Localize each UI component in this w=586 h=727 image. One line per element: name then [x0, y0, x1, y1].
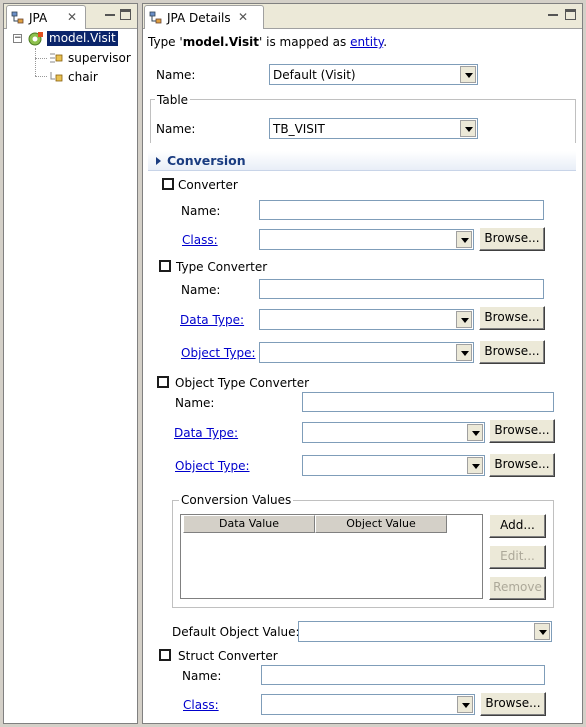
tab-jpa-label: JPA [29, 11, 48, 25]
object-type-converter-checkbox[interactable] [157, 376, 169, 388]
type-converter-object-type-combo[interactable] [259, 342, 474, 363]
object-type-converter-name-label: Name: [175, 396, 215, 410]
struct-converter-class-combo[interactable] [261, 694, 475, 715]
conversion-values-table[interactable]: Data Value Object Value [180, 514, 483, 599]
type-converter-name-field[interactable] [259, 279, 544, 299]
tree-connector [35, 48, 36, 76]
tree-connector [35, 58, 47, 59]
object-type-converter-name-field[interactable] [302, 392, 554, 412]
tab-jpa-details-label: JPA Details [167, 11, 231, 25]
jpa-details-tabbar: JPA Details ✕ [143, 4, 582, 29]
conversion-section[interactable]: Conversion [148, 151, 576, 171]
tree-connector [35, 76, 47, 77]
struct-converter-browse-button[interactable]: Browse... [480, 692, 546, 716]
maximize-icon[interactable] [565, 9, 576, 20]
entity-icon [28, 32, 43, 46]
remove-button[interactable]: Remove [489, 576, 546, 600]
edit-button[interactable]: Edit... [489, 545, 546, 569]
chevron-down-icon[interactable] [460, 66, 476, 83]
minimize-icon[interactable] [547, 9, 559, 21]
struct-converter-name-field[interactable] [261, 665, 545, 685]
minimize-icon[interactable] [104, 9, 116, 21]
object-type-converter-data-type-browse-button[interactable]: Browse... [489, 419, 555, 443]
type-converter-data-type-browse-button[interactable]: Browse... [479, 306, 545, 330]
table-name-value: TB_VISIT [273, 122, 325, 136]
converter-class-link[interactable]: Class: [182, 233, 218, 247]
add-button[interactable]: Add... [489, 514, 546, 538]
close-icon[interactable]: ✕ [238, 10, 248, 24]
header-middle: ' is mapped as [259, 35, 351, 49]
default-object-value-label: Default Object Value: [172, 625, 300, 639]
converter-browse-button[interactable]: Browse... [479, 227, 545, 251]
tab-jpa-details[interactable]: JPA Details ✕ [144, 5, 264, 29]
jpa-structure-tabbar: JPA ✕ [4, 4, 137, 29]
jpa-structure-icon [11, 11, 24, 24]
type-converter-data-type-combo[interactable] [259, 309, 474, 330]
type-converter-object-type-link[interactable]: Object Type: [181, 346, 256, 360]
object-type-converter-data-type-combo[interactable] [302, 422, 485, 443]
chevron-down-icon[interactable] [534, 623, 550, 640]
tree-item-label: chair [68, 70, 98, 84]
mapping-type-link[interactable]: entity [350, 35, 383, 49]
converter-class-combo[interactable] [259, 229, 474, 250]
struct-converter-checkbox[interactable] [159, 649, 171, 661]
chevron-down-icon[interactable] [456, 311, 472, 328]
jpa-details-icon [149, 11, 162, 24]
converter-name-field[interactable] [259, 200, 544, 220]
type-converter-object-type-browse-button[interactable]: Browse... [479, 340, 545, 364]
entity-name-label: Name: [156, 68, 196, 82]
conversion-section-title: Conversion [167, 153, 246, 168]
table-name-label: Name: [156, 122, 196, 136]
object-type-converter-object-type-link[interactable]: Object Type: [175, 459, 250, 473]
entity-name: model.Visit [182, 35, 260, 49]
converter-label: Converter [178, 178, 238, 192]
entity-name-combo[interactable]: Default (Visit) [269, 64, 478, 85]
object-type-converter-label: Object Type Converter [175, 376, 310, 390]
converter-checkbox[interactable] [162, 178, 174, 190]
struct-converter-label: Struct Converter [178, 649, 278, 663]
data-value-column-header[interactable]: Data Value [183, 515, 315, 533]
type-converter-data-type-link[interactable]: Data Type: [180, 313, 244, 327]
collapse-icon[interactable]: − [13, 34, 22, 43]
struct-converter-class-link[interactable]: Class: [183, 698, 219, 712]
many-to-one-mapping-icon [50, 53, 63, 63]
tree-item-label: supervisor [68, 51, 131, 65]
object-type-converter-object-type-combo[interactable] [302, 455, 485, 476]
type-converter-label: Type Converter [176, 260, 268, 274]
header-suffix: . [383, 35, 388, 49]
type-converter-name-label: Name: [181, 283, 221, 297]
close-icon[interactable]: ✕ [67, 10, 77, 24]
conversion-values-title: Conversion Values [179, 493, 294, 507]
header-prefix: Type ' [148, 35, 183, 49]
chevron-down-icon[interactable] [467, 457, 483, 474]
mapping-header: Type 'model.Visit' is mapped as entity. [148, 35, 387, 49]
tree-item-label: model.Visit [47, 31, 118, 46]
struct-converter-name-label: Name: [182, 669, 222, 683]
object-type-converter-data-type-link[interactable]: Data Type: [174, 426, 238, 440]
chevron-down-icon[interactable] [467, 424, 483, 441]
chevron-down-icon[interactable] [457, 696, 473, 713]
type-converter-checkbox[interactable] [159, 260, 171, 272]
tab-jpa[interactable]: JPA ✕ [6, 5, 86, 29]
chevron-down-icon[interactable] [456, 231, 472, 248]
jpa-structure-view: JPA ✕ − model.Visit supervisor chair [3, 3, 138, 724]
default-object-value-combo[interactable] [298, 621, 552, 642]
object-value-column-header[interactable]: Object Value [315, 515, 447, 533]
converter-name-label: Name: [181, 204, 221, 218]
chevron-down-icon[interactable] [456, 344, 472, 361]
table-name-combo[interactable]: TB_VISIT [269, 118, 478, 139]
one-to-one-mapping-icon [50, 72, 63, 82]
expand-triangle-icon[interactable] [156, 157, 161, 165]
object-type-converter-object-type-browse-button[interactable]: Browse... [489, 453, 555, 477]
maximize-icon[interactable] [120, 9, 131, 20]
table-group-title: Table [155, 93, 191, 107]
chevron-down-icon[interactable] [460, 120, 476, 137]
entity-name-value: Default (Visit) [273, 68, 356, 82]
